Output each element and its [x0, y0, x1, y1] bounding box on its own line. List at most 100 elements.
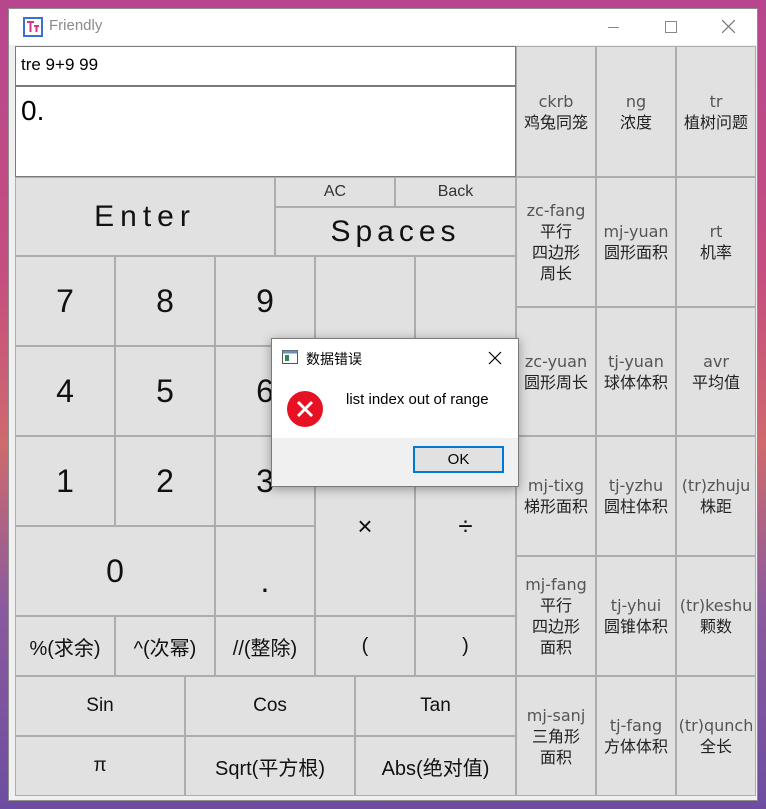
- calculator-window: Friendly tre 9+9 99 0. Enter AC Back Spa…: [8, 8, 758, 801]
- dialog-window-icon: [282, 350, 298, 364]
- side-button-code: mj-yuan: [603, 222, 669, 241]
- side-button-label: 四边形: [531, 243, 580, 262]
- side-button-label: 平行: [539, 222, 572, 241]
- side-button-code: tj-yhui: [610, 596, 662, 615]
- side-button-avr[interactable]: avr 平均值: [676, 307, 756, 436]
- side-button-label: 球体体积: [603, 372, 668, 392]
- window-title: Friendly: [49, 17, 103, 34]
- sqrt-button[interactable]: Sqrt(平方根): [185, 736, 355, 796]
- abs-button[interactable]: Abs(绝对值): [355, 736, 516, 796]
- side-button-label: 鸡兔同笼: [523, 112, 588, 132]
- calculator-app-icon: [23, 17, 43, 37]
- side-button-code: zc-yuan: [524, 351, 588, 371]
- side-button-code: mj-sanj: [526, 705, 586, 725]
- side-button-mj-tixg[interactable]: mj-tixg 梯形面积: [516, 436, 596, 556]
- side-button-ckrb[interactable]: ckrb 鸡兔同笼: [516, 46, 596, 177]
- side-button-label: 四边形: [531, 617, 580, 636]
- modulo-button[interactable]: %(求余): [15, 616, 115, 676]
- tan-button[interactable]: Tan: [355, 676, 516, 736]
- side-button-zhuju[interactable]: (tr)zhuju 株距: [676, 436, 756, 556]
- side-button-code: tj-yzhu: [608, 476, 664, 495]
- right-paren-button[interactable]: ): [415, 616, 516, 676]
- floor-divide-button[interactable]: //(整除): [215, 616, 315, 676]
- side-button-label: 植树问题: [683, 112, 748, 132]
- side-button-label: 浓度: [619, 112, 652, 132]
- digit-9-button[interactable]: 9: [215, 256, 315, 346]
- close-button[interactable]: [700, 9, 758, 45]
- expression-input[interactable]: tre 9+9 99: [15, 46, 516, 86]
- side-button-code: tr: [709, 91, 723, 111]
- dialog-body: list index out of range: [272, 376, 518, 438]
- digit-4-button[interactable]: 4: [15, 346, 115, 436]
- pi-button[interactable]: π: [15, 736, 185, 796]
- power-button[interactable]: ^(次幂): [115, 616, 215, 676]
- back-button[interactable]: Back: [395, 177, 516, 207]
- side-button-label: 面积: [539, 747, 572, 767]
- side-button-code: avr: [703, 351, 729, 371]
- minimize-button[interactable]: [584, 9, 642, 45]
- digit-1-button[interactable]: 1: [15, 436, 115, 526]
- side-button-label: 机率: [699, 243, 732, 262]
- side-button-code: ng: [625, 91, 647, 111]
- side-button-label: 圆锥体积: [603, 617, 668, 636]
- side-button-label: 平均值: [691, 372, 740, 392]
- side-button-mj-yuan[interactable]: mj-yuan 圆形面积: [596, 177, 676, 307]
- side-button-mj-sanj[interactable]: mj-sanj 三角形 面积: [516, 676, 596, 796]
- side-button-label: 圆形面积: [603, 243, 668, 262]
- side-button-zc-fang[interactable]: zc-fang 平行四边形周长: [516, 177, 596, 307]
- sin-button[interactable]: Sin: [15, 676, 185, 736]
- side-button-tj-fang[interactable]: tj-fang 方体体积: [596, 676, 676, 796]
- dialog-title: 数据错误: [306, 352, 362, 368]
- side-button-label: 方体体积: [603, 737, 668, 756]
- side-button-tj-yuan[interactable]: tj-yuan 球体体积: [596, 307, 676, 436]
- side-button-label: 周长: [539, 264, 572, 283]
- decimal-point-button[interactable]: .: [215, 526, 315, 616]
- spaces-button[interactable]: Spaces: [275, 207, 516, 256]
- side-button-label: 面积: [539, 638, 572, 657]
- side-button-label: 梯形面积: [523, 497, 588, 516]
- side-button-code: (tr)zhuju: [681, 476, 751, 495]
- side-button-rt[interactable]: rt 机率: [676, 177, 756, 307]
- side-button-code: tj-yuan: [608, 351, 664, 371]
- dialog-message: list index out of range: [346, 391, 489, 408]
- side-button-label: 圆柱体积: [603, 497, 668, 516]
- digit-7-button[interactable]: 7: [15, 256, 115, 346]
- side-button-zc-yuan[interactable]: zc-yuan 圆形周长: [516, 307, 596, 436]
- close-icon: [722, 20, 735, 33]
- side-button-tj-yhui[interactable]: tj-yhui 圆锥体积: [596, 556, 676, 676]
- side-button-code: mj-fang: [525, 575, 587, 594]
- side-button-code: (tr)qunch: [678, 716, 754, 735]
- digit-5-button[interactable]: 5: [115, 346, 215, 436]
- result-display: 0.: [15, 86, 516, 177]
- digit-2-button[interactable]: 2: [115, 436, 215, 526]
- side-button-tr[interactable]: tr 植树问题: [676, 46, 756, 177]
- cos-button[interactable]: Cos: [185, 676, 355, 736]
- close-icon[interactable]: [486, 349, 504, 367]
- side-button-code: tj-fang: [609, 716, 663, 735]
- side-button-qunch[interactable]: (tr)qunch 全长: [676, 676, 756, 796]
- title-bar: Friendly: [9, 9, 757, 45]
- side-button-mj-fang[interactable]: mj-fang 平行 四边形 面积: [516, 556, 596, 676]
- side-button-code: ckrb: [538, 91, 574, 111]
- side-button-code: (tr)keshu: [679, 596, 753, 615]
- dialog-title-bar: 数据错误: [272, 339, 518, 376]
- side-button-code: zc-fang: [526, 201, 586, 220]
- side-button-label: 株距: [699, 497, 732, 516]
- digit-8-button[interactable]: 8: [115, 256, 215, 346]
- ok-button[interactable]: OK: [413, 446, 504, 473]
- side-button-keshu[interactable]: (tr)keshu 颗数: [676, 556, 756, 676]
- error-x-icon: [287, 391, 323, 427]
- side-button-code: rt: [709, 222, 723, 241]
- side-button-label: 三角形: [531, 726, 580, 746]
- side-button-label: 颗数: [699, 617, 732, 636]
- side-button-tj-yzhu[interactable]: tj-yzhu 圆柱体积: [596, 436, 676, 556]
- side-button-label: 圆形周长: [523, 372, 588, 392]
- ac-button[interactable]: AC: [275, 177, 395, 207]
- left-paren-button[interactable]: (: [315, 616, 415, 676]
- digit-0-button[interactable]: 0: [15, 526, 215, 616]
- error-dialog: 数据错误 list index out of range OK: [271, 338, 519, 487]
- enter-button[interactable]: Enter: [15, 177, 275, 256]
- maximize-button[interactable]: [642, 9, 700, 45]
- side-button-ng[interactable]: ng 浓度: [596, 46, 676, 177]
- side-button-code: mj-tixg: [527, 476, 585, 495]
